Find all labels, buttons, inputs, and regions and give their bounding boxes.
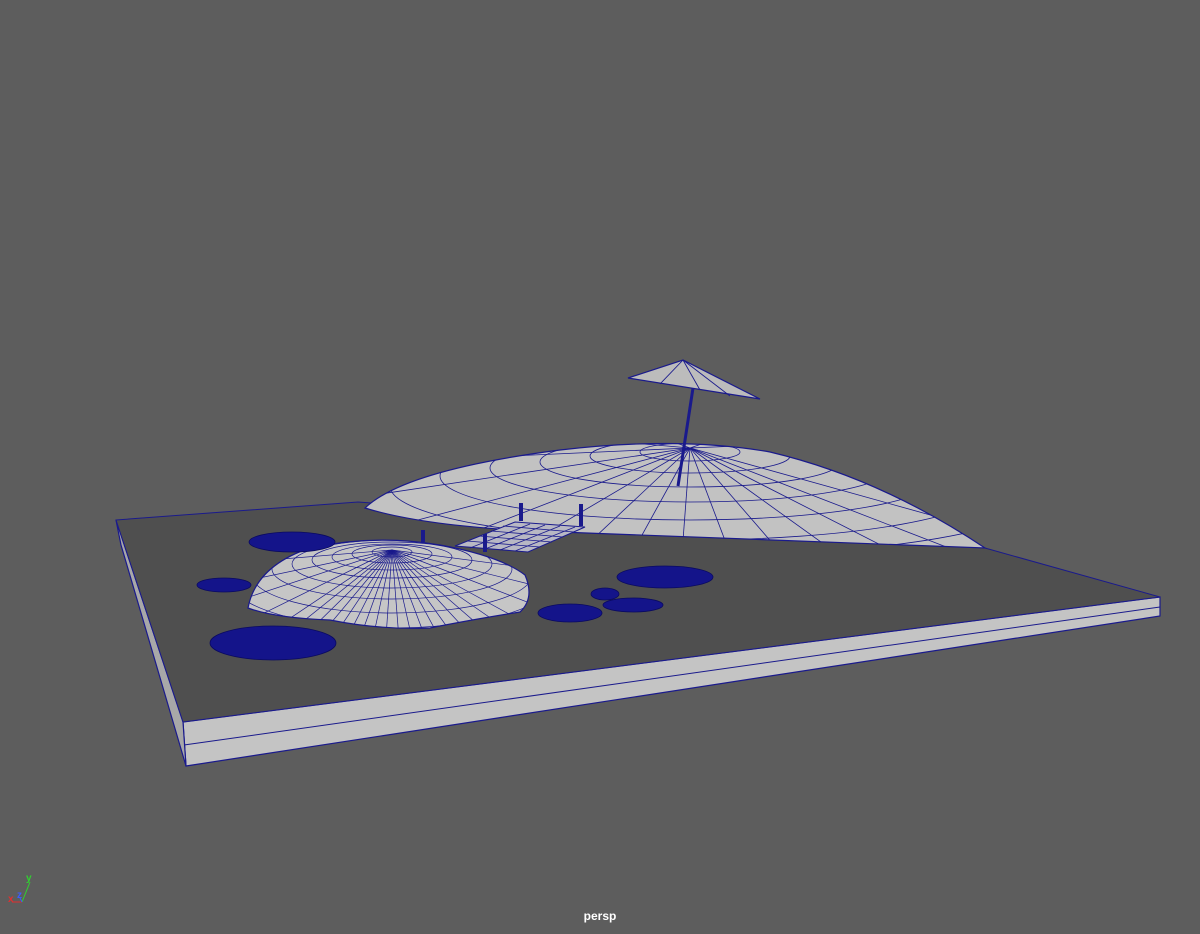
camera-label: persp xyxy=(583,909,617,923)
y-axis-line xyxy=(21,881,31,903)
lily-pad xyxy=(209,625,337,661)
bridge-post xyxy=(483,534,487,552)
scene-canvas[interactable] xyxy=(0,0,1200,934)
bridge-post xyxy=(421,530,425,542)
lily-pad xyxy=(537,603,603,623)
z-axis-label: z xyxy=(17,890,22,901)
x-axis-label: x xyxy=(8,894,14,905)
lily-pad xyxy=(196,577,252,593)
bridge-post xyxy=(519,503,523,521)
bridge-post xyxy=(579,504,583,526)
perspective-viewport[interactable]: y z x persp xyxy=(0,0,1200,934)
lily-flower xyxy=(590,587,620,601)
lily-pad xyxy=(248,531,336,553)
y-axis-label: y xyxy=(26,873,32,884)
axis-gizmo: y z x xyxy=(6,872,42,908)
lily-pad xyxy=(602,597,664,613)
lily-pad xyxy=(616,565,714,589)
